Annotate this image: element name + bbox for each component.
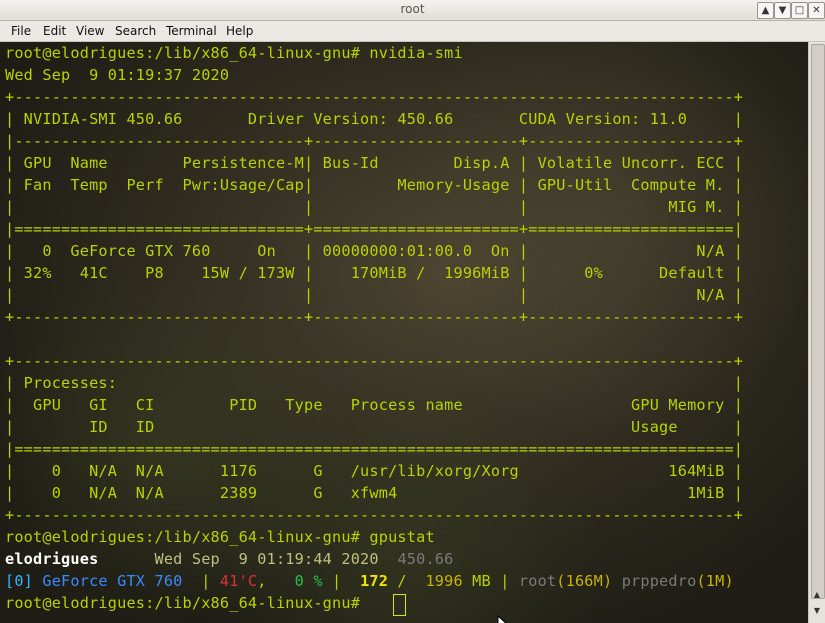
- smi-line: | | | MIG M. |: [5, 198, 744, 216]
- gpustat-driver: 450.66: [397, 550, 454, 568]
- mouse-pointer-icon: [497, 615, 507, 623]
- smi-line: +-------------------------------+-------…: [5, 308, 744, 326]
- smi-line: | Fan Temp Perf Pwr:Usage/Cap| Memory-Us…: [5, 176, 744, 194]
- scroll-up-icon[interactable]: ▲: [811, 588, 823, 602]
- shade-up-icon[interactable]: ▲: [757, 2, 774, 19]
- text-cursor: [393, 594, 406, 616]
- gpustat-host: elodrigues: [5, 550, 99, 568]
- smi-line: | NVIDIA-SMI 450.66 Driver Version: 450.…: [5, 110, 744, 128]
- terminal-output[interactable]: root@elodrigues:/lib/x86_64-linux-gnu# n…: [0, 42, 808, 623]
- smi-line: +---------------------------------------…: [5, 88, 744, 106]
- menu-bar: File Edit View Search Terminal Help: [0, 21, 825, 42]
- gpustat-temp: 41'C: [219, 572, 258, 590]
- smi-line: |===============================+=======…: [5, 220, 744, 238]
- smi-line: | 0 N/A N/A 2389 G xfwm4 1MiB |: [5, 484, 744, 502]
- menu-search[interactable]: Search: [115, 24, 156, 38]
- smi-line: | 0 N/A N/A 1176 G /usr/lib/xorg/Xorg 16…: [5, 462, 744, 480]
- prompt-line-3: root@elodrigues:/lib/x86_64-linux-gnu#: [5, 594, 361, 612]
- gpustat-mem-total: 1996: [425, 572, 463, 590]
- smi-line: | | | N/A |: [5, 286, 744, 304]
- menu-help[interactable]: Help: [226, 24, 253, 38]
- smi-line: +---------------------------------------…: [5, 352, 744, 370]
- gpustat-user2: prppedro: [621, 572, 697, 590]
- terminal-window: root ▲ ▼ □ ✕ File Edit View Search Termi…: [0, 0, 825, 623]
- prompt-line-1: root@elodrigues:/lib/x86_64-linux-gnu# n…: [5, 44, 463, 62]
- smi-line: | GPU Name Persistence-M| Bus-Id Disp.A …: [5, 154, 744, 172]
- gpustat-gpu-name: GeForce GTX 760: [42, 572, 183, 590]
- maximize-icon[interactable]: □: [791, 2, 808, 19]
- smi-line: | GPU GI CI PID Type Process name GPU Me…: [5, 396, 744, 414]
- gpustat-header: elodrigues Wed Sep 9 01:19:44 2020 450.6…: [5, 548, 454, 570]
- menu-file[interactable]: File: [11, 24, 31, 38]
- gpustat-user1: root: [518, 572, 557, 590]
- smi-line: +---------------------------------------…: [5, 506, 744, 524]
- close-icon[interactable]: ✕: [808, 2, 825, 19]
- gpustat-index: [0]: [5, 572, 34, 590]
- prompt-line-2: root@elodrigues:/lib/x86_64-linux-gnu# g…: [5, 528, 435, 546]
- smi-line: | Processes: |: [5, 374, 744, 392]
- smi-line: | 0 GeForce GTX 760 On | 00000000:01:00.…: [5, 242, 744, 260]
- scroll-thumb[interactable]: [811, 44, 825, 599]
- scroll-down-icon[interactable]: ▼: [811, 604, 823, 618]
- menu-terminal[interactable]: Terminal: [166, 24, 217, 38]
- smi-line: | ID ID Usage |: [5, 418, 744, 436]
- menu-view[interactable]: View: [76, 24, 104, 38]
- menu-edit[interactable]: Edit: [43, 24, 66, 38]
- gpustat-date: Wed Sep 9 01:19:44 2020: [154, 550, 379, 568]
- window-title: root: [400, 2, 425, 16]
- smi-line: |=======================================…: [5, 440, 744, 458]
- vertical-scrollbar[interactable]: ▲ ▼: [808, 42, 825, 623]
- title-bar[interactable]: root ▲ ▼ □ ✕: [0, 0, 825, 21]
- smi-line: | 32% 41C P8 15W / 173W | 170MiB / 1996M…: [5, 264, 744, 282]
- gpustat-mem-used: 172: [360, 572, 389, 590]
- date-line: Wed Sep 9 01:19:37 2020: [5, 66, 230, 84]
- smi-line: |-------------------------------+-------…: [5, 132, 744, 150]
- gpustat-gpu-row: [0] GeForce GTX 760 | 41'C, 0 % | 172 / …: [5, 572, 734, 590]
- minimize-icon[interactable]: ▼: [774, 2, 791, 19]
- gpustat-util: 0 %: [266, 572, 323, 590]
